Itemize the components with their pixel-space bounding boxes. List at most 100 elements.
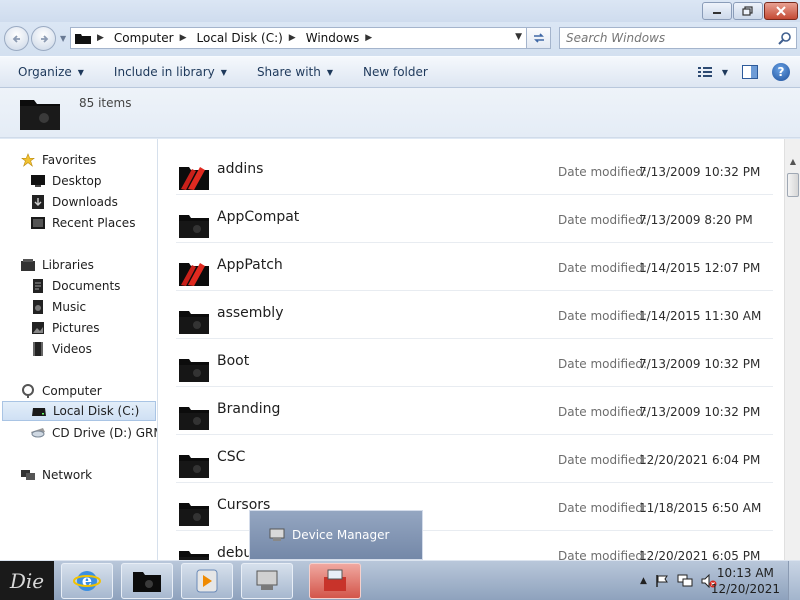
nav-pictures[interactable]: Pictures <box>30 318 100 338</box>
nav-local-disk[interactable]: Local Disk (C:) <box>2 401 156 421</box>
clock[interactable]: 10:13 AM 12/20/2021 <box>711 565 780 597</box>
chevron-right-icon[interactable]: ▶ <box>365 33 372 43</box>
show-desktop-button[interactable] <box>788 561 800 600</box>
red-folder-icon <box>179 167 209 190</box>
nav-libraries[interactable]: Libraries <box>20 255 94 275</box>
chevron-right-icon[interactable]: ▶ <box>289 33 296 43</box>
restore-button[interactable] <box>733 2 763 20</box>
nav-label[interactable]: Videos <box>52 342 92 356</box>
file-name[interactable]: Branding <box>217 401 280 417</box>
clock-date[interactable]: 12/20/2021 <box>711 581 780 597</box>
scroll-thumb[interactable] <box>787 173 799 197</box>
nav-cd-drive[interactable]: CD Drive (D:) GRMC <box>30 423 157 443</box>
system-tray: ▲ 10:13 AM 12/20/2021 <box>620 561 800 600</box>
breadcrumb-label[interactable]: Computer <box>114 31 174 45</box>
file-name[interactable]: AppCompat <box>217 209 299 225</box>
nav-favorites[interactable]: Favorites <box>20 150 96 170</box>
restore-icon <box>742 6 753 16</box>
action-center-flag-icon[interactable] <box>655 574 669 588</box>
taskbar-device-manager[interactable] <box>309 563 361 599</box>
file-name[interactable]: CSC <box>217 449 245 465</box>
chevron-right-icon[interactable]: ▶ <box>180 33 187 43</box>
include-in-library-label[interactable]: Include in library <box>114 65 215 79</box>
preview-pane-icon[interactable] <box>742 65 758 79</box>
nav-label[interactable]: CD Drive (D:) GRMC <box>52 426 157 440</box>
include-in-library-menu[interactable]: Include in library ▼ <box>114 65 227 79</box>
back-button[interactable] <box>4 26 29 51</box>
nav-computer[interactable]: Computer <box>20 381 102 401</box>
refresh-button[interactable] <box>527 27 551 49</box>
breadcrumb-local-disk[interactable]: Local Disk (C:) ▶ <box>197 31 296 45</box>
nav-label[interactable]: Desktop <box>52 174 102 188</box>
nav-label[interactable]: Pictures <box>52 321 100 335</box>
nav-network[interactable]: Network <box>20 465 92 485</box>
scroll-up-button[interactable]: ▲ <box>787 157 799 169</box>
nav-label[interactable]: Music <box>52 300 86 314</box>
chevron-down-icon[interactable]: ▼ <box>722 68 728 77</box>
help-icon[interactable]: ? <box>772 63 790 81</box>
nav-label[interactable]: Local Disk (C:) <box>53 404 139 418</box>
file-row[interactable]: AppPatch Date modified: 1/14/2015 12:07 PM <box>176 243 773 291</box>
nav-label[interactable]: Favorites <box>42 153 96 167</box>
show-hidden-icons-button[interactable]: ▲ <box>640 576 647 586</box>
taskbar-media-player[interactable] <box>181 563 233 599</box>
nav-desktop[interactable]: Desktop <box>30 171 102 191</box>
minimize-button[interactable] <box>702 2 732 20</box>
share-with-menu[interactable]: Share with ▼ <box>257 65 333 79</box>
nav-label[interactable]: Network <box>42 468 92 482</box>
close-button[interactable] <box>764 2 798 20</box>
nav-documents[interactable]: Documents <box>30 276 120 296</box>
search-icon[interactable] <box>778 31 792 45</box>
chevron-down-icon: ▼ <box>326 67 333 77</box>
nav-label[interactable]: Computer <box>42 384 102 398</box>
recent-pages-dropdown[interactable]: ▼ <box>60 34 66 43</box>
file-name[interactable]: Boot <box>217 353 249 369</box>
address-bar[interactable]: ▶ Computer ▶ Local Disk (C:) ▶ Windows ▶… <box>70 27 527 49</box>
nav-label[interactable]: Downloads <box>52 195 118 209</box>
chevron-right-icon[interactable]: ▶ <box>97 33 104 43</box>
vertical-scrollbar[interactable]: ▲ <box>784 139 800 560</box>
start-button[interactable]: Die <box>0 561 54 600</box>
title-bar <box>0 0 800 22</box>
file-row[interactable]: Boot Date modified: 7/13/2009 10:32 PM <box>176 339 773 387</box>
file-row[interactable]: assembly Date modified: 1/14/2015 11:30 AM <box>176 291 773 339</box>
file-row[interactable]: addins Date modified: 7/13/2009 10:32 PM <box>176 147 773 195</box>
organize-menu[interactable]: Organize ▼ <box>18 65 84 79</box>
nav-label[interactable]: Documents <box>52 279 120 293</box>
nav-label[interactable]: Recent Places <box>52 216 135 230</box>
breadcrumb-label[interactable]: Local Disk (C:) <box>197 31 283 45</box>
file-name[interactable]: debu <box>217 545 252 560</box>
nav-music[interactable]: Music <box>30 297 86 317</box>
nav-label[interactable]: Libraries <box>42 258 94 272</box>
address-root[interactable]: ▶ <box>75 32 104 44</box>
nav-videos[interactable]: Videos <box>30 339 92 359</box>
clock-time[interactable]: 10:13 AM <box>711 565 780 581</box>
taskbar-thumbnail-popup[interactable]: Device Manager <box>249 510 423 560</box>
taskbar-internet-explorer[interactable]: e <box>61 563 113 599</box>
start-label[interactable]: Die <box>10 569 44 593</box>
change-view-button[interactable]: ▼ <box>697 66 728 78</box>
network-status-icon[interactable] <box>677 574 693 588</box>
nav-recent-places[interactable]: Recent Places <box>30 213 135 233</box>
breadcrumb-computer[interactable]: Computer ▶ <box>114 31 187 45</box>
new-folder-label[interactable]: New folder <box>363 65 428 79</box>
new-folder-button[interactable]: New folder <box>363 65 428 79</box>
breadcrumb-label[interactable]: Windows <box>306 31 360 45</box>
search-box[interactable] <box>559 27 797 49</box>
breadcrumb-windows[interactable]: Windows ▶ <box>306 31 373 45</box>
share-with-label[interactable]: Share with <box>257 65 321 79</box>
organize-label[interactable]: Organize <box>18 65 72 79</box>
taskbar-explorer[interactable] <box>121 563 173 599</box>
forward-button[interactable] <box>31 26 56 51</box>
search-input[interactable] <box>566 31 766 45</box>
file-name[interactable]: addins <box>217 161 263 177</box>
file-row[interactable]: AppCompat Date modified: 7/13/2009 8:20 PM <box>176 195 773 243</box>
taskbar-computer-management[interactable] <box>241 563 293 599</box>
file-row[interactable]: CSC Date modified: 12/20/2021 6:04 PM <box>176 435 773 483</box>
address-history-dropdown[interactable]: ▼ <box>515 32 522 42</box>
file-name[interactable]: assembly <box>217 305 283 321</box>
popup-label[interactable]: Device Manager <box>292 528 389 542</box>
nav-downloads[interactable]: Downloads <box>30 192 118 212</box>
file-name[interactable]: AppPatch <box>217 257 283 273</box>
file-row[interactable]: Branding Date modified: 7/13/2009 10:32 PM <box>176 387 773 435</box>
